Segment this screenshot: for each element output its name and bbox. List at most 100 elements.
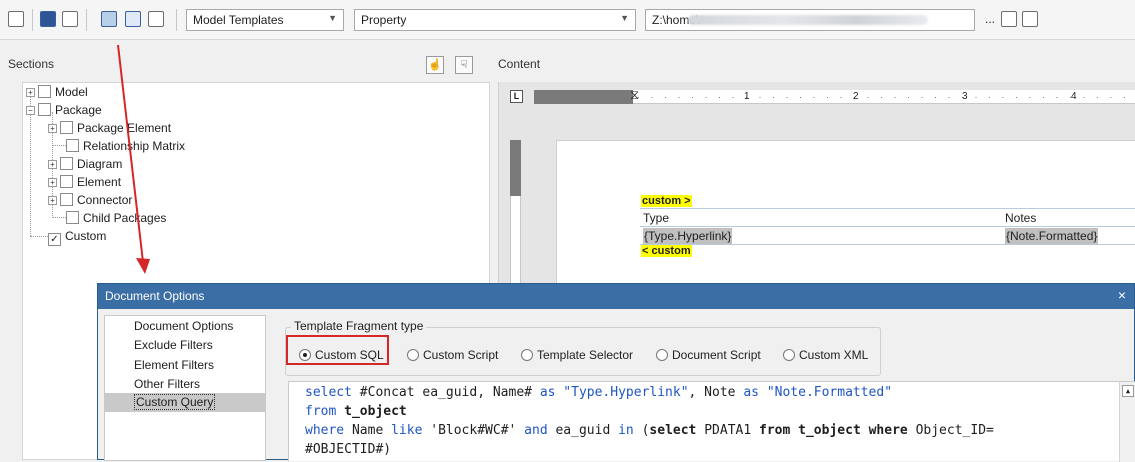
expand-icon[interactable]: + — [48, 178, 57, 187]
nav-exclude-filters[interactable]: Exclude Filters — [105, 336, 265, 355]
horizontal-ruler[interactable]: · · · · · · · · · · · · · · · · · · · · … — [633, 90, 1135, 104]
table-header-notes: Notes — [1005, 211, 1037, 225]
collapse-icon[interactable]: − — [26, 106, 35, 115]
document-options-icon[interactable] — [101, 11, 117, 27]
radio-icon[interactable] — [656, 349, 668, 361]
close-icon[interactable]: × — [1118, 284, 1126, 307]
tree-node-label: Connector — [77, 193, 133, 207]
radio-label: Document Script — [672, 348, 761, 362]
checkbox-checked[interactable]: ✓ — [48, 233, 61, 246]
radio-document-script[interactable]: Document Script — [656, 347, 761, 363]
checkbox[interactable] — [66, 211, 79, 224]
custom-close-tag: < custom — [641, 245, 692, 257]
tree-node-label: Diagram — [77, 157, 123, 171]
tree-node-label: Package — [55, 103, 102, 117]
toolbar: Model Templates ▼ Property ▼ Z:\home\ ..… — [0, 0, 1135, 40]
sql-editor[interactable]: select #Concat ea_guid, Name# as "Type.H… — [288, 381, 1135, 462]
tree-node-label: Custom — [65, 229, 107, 243]
highlight-box — [286, 335, 389, 365]
tree-node-model[interactable]: + Model — [26, 84, 88, 100]
ruler-number: 1 — [744, 91, 750, 102]
nav-element-filters[interactable]: Element Filters — [105, 356, 265, 375]
tree-node-package[interactable]: − Package — [26, 102, 102, 118]
document-options-dialog: Document Options × Document Options Excl… — [97, 283, 1135, 462]
field-type-hyperlink: {Type.Hyperlink} — [643, 228, 733, 244]
move-right-button[interactable]: ☝ — [426, 56, 444, 74]
table-border — [640, 244, 1135, 245]
tree-node-package-element[interactable]: + Package Element — [48, 120, 171, 136]
fragment-type-label: Template Fragment type — [291, 319, 427, 333]
calendar-icon[interactable] — [1001, 11, 1017, 27]
sections-title: Sections — [8, 57, 55, 71]
template-combo[interactable]: Model Templates ▼ — [186, 9, 344, 31]
tree-node-label: Relationship Matrix — [83, 139, 186, 153]
dialog-title: Document Options — [105, 289, 205, 303]
property-combo-value: Property — [361, 13, 407, 27]
nav-document-options[interactable]: Document Options — [105, 317, 265, 336]
checkbox[interactable] — [60, 121, 73, 134]
move-left-button[interactable]: ☟ — [455, 56, 473, 74]
tab-stop-icon[interactable]: L — [510, 90, 523, 103]
scroll-up-icon[interactable]: ▲ — [1122, 385, 1134, 397]
radio-template-selector[interactable]: Template Selector — [521, 347, 633, 363]
toolbar-separator — [86, 9, 87, 31]
tree-node-label: Child Packages — [83, 211, 167, 225]
tree-node-label: Model — [55, 85, 88, 99]
radio-icon[interactable] — [521, 349, 533, 361]
path-field[interactable]: Z:\home\ — [645, 9, 975, 31]
expand-icon[interactable]: + — [48, 196, 57, 205]
nav-label: Document Options — [134, 319, 234, 333]
nav-other-filters[interactable]: Other Filters — [105, 375, 265, 394]
style-editor-icon[interactable] — [125, 11, 141, 27]
radio-custom-script[interactable]: Custom Script — [407, 347, 498, 363]
radio-icon[interactable] — [783, 349, 795, 361]
radio-icon[interactable] — [407, 349, 419, 361]
sql-line-4: #OBJECTID#) — [305, 442, 392, 457]
ruler-number: 4 — [1071, 91, 1077, 102]
print-icon[interactable] — [1022, 11, 1038, 27]
new-document-icon[interactable] — [8, 11, 24, 27]
nav-label: Exclude Filters — [134, 338, 213, 352]
options-nav: Document Options Exclude Filters Element… — [104, 315, 266, 461]
layout-icon[interactable] — [148, 11, 164, 27]
expand-icon[interactable]: + — [26, 88, 35, 97]
dialog-title-bar[interactable]: Document Options × — [98, 284, 1134, 309]
toolbar-separator — [176, 9, 177, 31]
chevron-down-icon: ▼ — [620, 13, 629, 23]
tree-node-custom[interactable]: ✓ Custom — [48, 228, 107, 246]
nav-custom-query[interactable]: Custom Query — [105, 393, 265, 412]
save-icon[interactable] — [40, 11, 56, 27]
browse-button[interactable]: ... — [985, 12, 995, 26]
radio-label: Custom Script — [423, 348, 499, 362]
ruler-margin — [534, 90, 633, 104]
checkbox[interactable] — [60, 157, 73, 170]
vertical-ruler-margin — [510, 140, 521, 196]
tree-node-connector[interactable]: + Connector — [48, 192, 132, 208]
custom-open-tag: custom > — [641, 195, 692, 207]
property-combo[interactable]: Property ▼ — [354, 9, 636, 31]
checkbox[interactable] — [60, 193, 73, 206]
nav-label: Other Filters — [134, 377, 201, 391]
tree-node-element[interactable]: + Element — [48, 174, 121, 190]
expand-icon[interactable]: + — [48, 160, 57, 169]
checkbox[interactable] — [38, 85, 51, 98]
checkbox[interactable] — [66, 139, 79, 152]
field-note-formatted: {Note.Formatted} — [1005, 228, 1099, 244]
sql-scrollbar[interactable]: ▲ — [1119, 382, 1135, 462]
radio-custom-xml[interactable]: Custom XML — [783, 347, 868, 363]
copy-icon[interactable] — [62, 11, 78, 27]
checkbox[interactable] — [60, 175, 73, 188]
indent-marker-icon[interactable]: ⧖ — [630, 87, 639, 103]
radio-label: Template Selector — [537, 348, 634, 362]
nav-label: Element Filters — [134, 358, 215, 372]
tree-node-diagram[interactable]: + Diagram — [48, 156, 122, 172]
ruler-number: 3 — [962, 91, 968, 102]
radio-label: Custom XML — [799, 348, 869, 362]
checkbox[interactable] — [38, 103, 51, 116]
expand-icon[interactable]: + — [48, 124, 57, 133]
sql-line-1: select #Concat ea_guid, Name# as "Type.H… — [305, 385, 893, 400]
chevron-down-icon: ▼ — [328, 13, 337, 23]
tree-node-child-packages[interactable]: Child Packages — [66, 210, 166, 226]
tree-node-relationship-matrix[interactable]: Relationship Matrix — [66, 138, 185, 154]
nav-label: Custom Query — [134, 394, 216, 410]
